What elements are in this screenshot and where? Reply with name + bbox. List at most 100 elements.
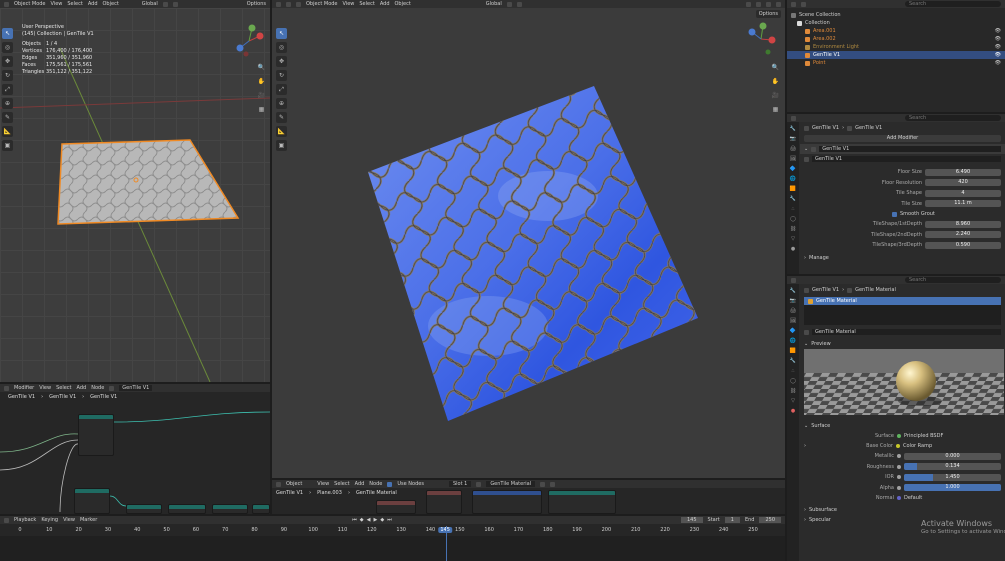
cursor-tool-icon[interactable]: ◎ <box>276 42 287 53</box>
view-menu[interactable]: View <box>343 1 355 7</box>
measure-tool-icon[interactable]: 📐 <box>276 126 287 137</box>
left-viewport-canvas[interactable]: ↖ ◎ ✥ ↻ ⤢ ⊕ ✎ 📐 ▣ User Perspective (145)… <box>0 8 270 382</box>
material-properties[interactable]: Search 🔧 📷 🖨 🖼 🔷 🌐 🟧 🔧 ∴ ◯ ⛓ ▽ ● GenTile… <box>787 276 1005 561</box>
base-color-value[interactable]: Color Ramp <box>903 443 932 449</box>
property-field[interactable]: 8.960 <box>925 220 1001 228</box>
camera-icon[interactable]: 🎥 <box>256 90 267 101</box>
constraints-tab-icon[interactable]: ⛓ <box>790 226 796 232</box>
visibility-eye-icon[interactable]: 👁 <box>995 27 1001 35</box>
property-row[interactable]: Floor Size 6.490 <box>800 167 1005 178</box>
add-menu[interactable]: Add <box>88 1 98 7</box>
grid-icon[interactable]: ▦ <box>256 104 267 115</box>
rendered-tile-floor[interactable] <box>368 86 698 421</box>
chevron-right-icon[interactable]: › <box>804 507 806 513</box>
copy-icon[interactable] <box>540 481 546 487</box>
close-icon[interactable] <box>550 481 556 487</box>
chevron-right-icon[interactable]: › <box>804 517 806 523</box>
node-menu[interactable]: Node <box>369 481 382 487</box>
view-layer-tab-icon[interactable]: 🖼 <box>790 318 796 324</box>
proportional-icon[interactable] <box>516 1 522 7</box>
chevron-right-icon[interactable]: › <box>804 255 806 261</box>
slider-row[interactable]: Metallic 0.000 <box>800 451 1005 462</box>
transform-tool-icon[interactable]: ⊕ <box>2 98 13 109</box>
particles-tab-icon[interactable]: ∴ <box>791 206 794 212</box>
select-menu[interactable]: Select <box>334 481 349 487</box>
constraints-tab-icon[interactable]: ⛓ <box>790 388 796 394</box>
search-input[interactable]: Search <box>905 1 1001 7</box>
play-icon[interactable]: ▶ <box>374 517 378 523</box>
breadcrumb-item[interactable]: Plane.003 <box>317 490 342 496</box>
subsurface-panel[interactable]: › Subsurface <box>800 505 1005 515</box>
surface-panel-header[interactable]: ⌄ Surface <box>800 421 1005 431</box>
outliner[interactable]: Search Scene Collection Collection Area.… <box>787 0 1005 112</box>
center-3d-viewport[interactable]: Object Mode View Select Add Object Globa… <box>272 0 785 478</box>
preview-label[interactable]: Preview <box>811 341 830 347</box>
property-field[interactable]: 420 <box>925 179 1001 187</box>
modifier-tab-icon[interactable]: 🔧 <box>790 196 796 202</box>
rotate-tool-icon[interactable]: ↻ <box>276 70 287 81</box>
collection-row[interactable]: Collection <box>787 19 1005 27</box>
editor-type-icon[interactable] <box>791 277 796 283</box>
smooth-grout-label[interactable]: Smooth Grout <box>900 211 935 217</box>
node-output[interactable] <box>252 504 270 514</box>
zoom-icon[interactable]: 🔍 <box>770 62 781 73</box>
mode-selector[interactable]: Object Mode <box>306 1 338 7</box>
editor-type-icon[interactable] <box>791 1 796 7</box>
surface-section-label[interactable]: Surface <box>811 423 830 429</box>
scene-tab-icon[interactable]: 🔷 <box>790 328 796 334</box>
property-row[interactable]: TileShape/1stDepth 8.960 <box>800 219 1005 230</box>
zoom-icon[interactable]: 🔍 <box>256 62 267 73</box>
prev-key-icon[interactable]: ◆ <box>360 517 364 523</box>
node-join[interactable] <box>74 488 110 514</box>
base-color-row[interactable]: › Base Color Color Ramp <box>800 441 1005 451</box>
select-extend-icon[interactable] <box>296 1 301 7</box>
surface-shader-row[interactable]: Surface Principled BSDF <box>800 431 1005 441</box>
properties-search[interactable]: Search <box>905 277 1001 283</box>
node-group-row[interactable]: GenTile V1 <box>800 154 1005 164</box>
pan-hand-icon[interactable]: ✋ <box>256 76 267 87</box>
node-distribute[interactable] <box>126 504 162 514</box>
shading-rendered-icon[interactable] <box>776 1 781 7</box>
view-layer-tab-icon[interactable]: 🖼 <box>790 156 796 162</box>
camera-icon[interactable]: 🎥 <box>770 90 781 101</box>
slider-row[interactable]: Roughness 0.134 <box>800 462 1005 473</box>
timeline-track[interactable] <box>0 536 785 561</box>
node-canvas[interactable]: GenTile V1 › GenTile V1 › GenTile V1 <box>0 392 270 514</box>
checkbox-checked-icon[interactable] <box>387 481 393 487</box>
shading-material-icon[interactable] <box>766 1 771 7</box>
slot-selector[interactable]: Slot 1 <box>448 481 472 487</box>
output-tab-icon[interactable]: 🖨 <box>790 308 796 314</box>
property-field[interactable]: 11.1 m <box>925 200 1001 208</box>
editor-type-icon[interactable] <box>4 385 9 391</box>
property-row[interactable]: Floor Resolution 420 <box>800 178 1005 189</box>
select-menu[interactable]: Select <box>67 1 82 7</box>
outliner-item-label[interactable]: Area.001 <box>813 27 836 35</box>
render-tab-icon[interactable]: 📷 <box>790 136 796 142</box>
scale-tool-icon[interactable]: ⤢ <box>2 84 13 95</box>
chevron-down-icon[interactable]: ⌄ <box>804 146 808 152</box>
node-tree-selector[interactable]: GenTile V1 <box>119 385 153 391</box>
property-row[interactable]: Tile Shape 4 <box>800 188 1005 199</box>
next-key-icon[interactable]: ◆ <box>380 517 384 523</box>
filter-icon[interactable] <box>801 1 806 7</box>
object-tab-icon[interactable]: 🟧 <box>790 348 796 354</box>
add-menu[interactable]: Add <box>355 481 365 487</box>
object-menu[interactable]: Object <box>395 1 411 7</box>
outliner-item-label[interactable]: Point <box>813 59 825 67</box>
geometry-node-editor[interactable]: Modifier View Select Add Node GenTile V1… <box>0 384 270 514</box>
slider-row[interactable]: Alpha 1.000 <box>800 483 1005 494</box>
visibility-eye-icon[interactable]: 👁 <box>995 35 1001 43</box>
physics-tab-icon[interactable]: ◯ <box>790 216 796 222</box>
select-tool-icon[interactable]: ↖ <box>276 28 287 39</box>
checkbox-checked-icon[interactable] <box>892 211 897 217</box>
transform-tool-icon[interactable]: ⊕ <box>276 98 287 109</box>
modifier-properties[interactable]: Search 🔧 📷 🖨 🖼 🔷 🌐 🟧 🔧 ∴ ◯ ⛓ ▽ ● GenTile… <box>787 114 1005 274</box>
transform-orientation[interactable]: Global <box>142 1 158 7</box>
property-row[interactable]: TileShape/2ndDepth 2.240 <box>800 230 1005 241</box>
timeline-ruler[interactable]: 0102030405060708090100110120130140145150… <box>0 526 785 536</box>
modifier-header[interactable]: ⌄ GenTile V1 <box>800 144 1005 154</box>
node-mapping[interactable] <box>426 490 462 514</box>
material-name-field[interactable]: GenTile Material <box>812 329 1001 335</box>
render-tab-icon[interactable]: 📷 <box>790 298 796 304</box>
editor-type-icon[interactable] <box>4 517 9 523</box>
